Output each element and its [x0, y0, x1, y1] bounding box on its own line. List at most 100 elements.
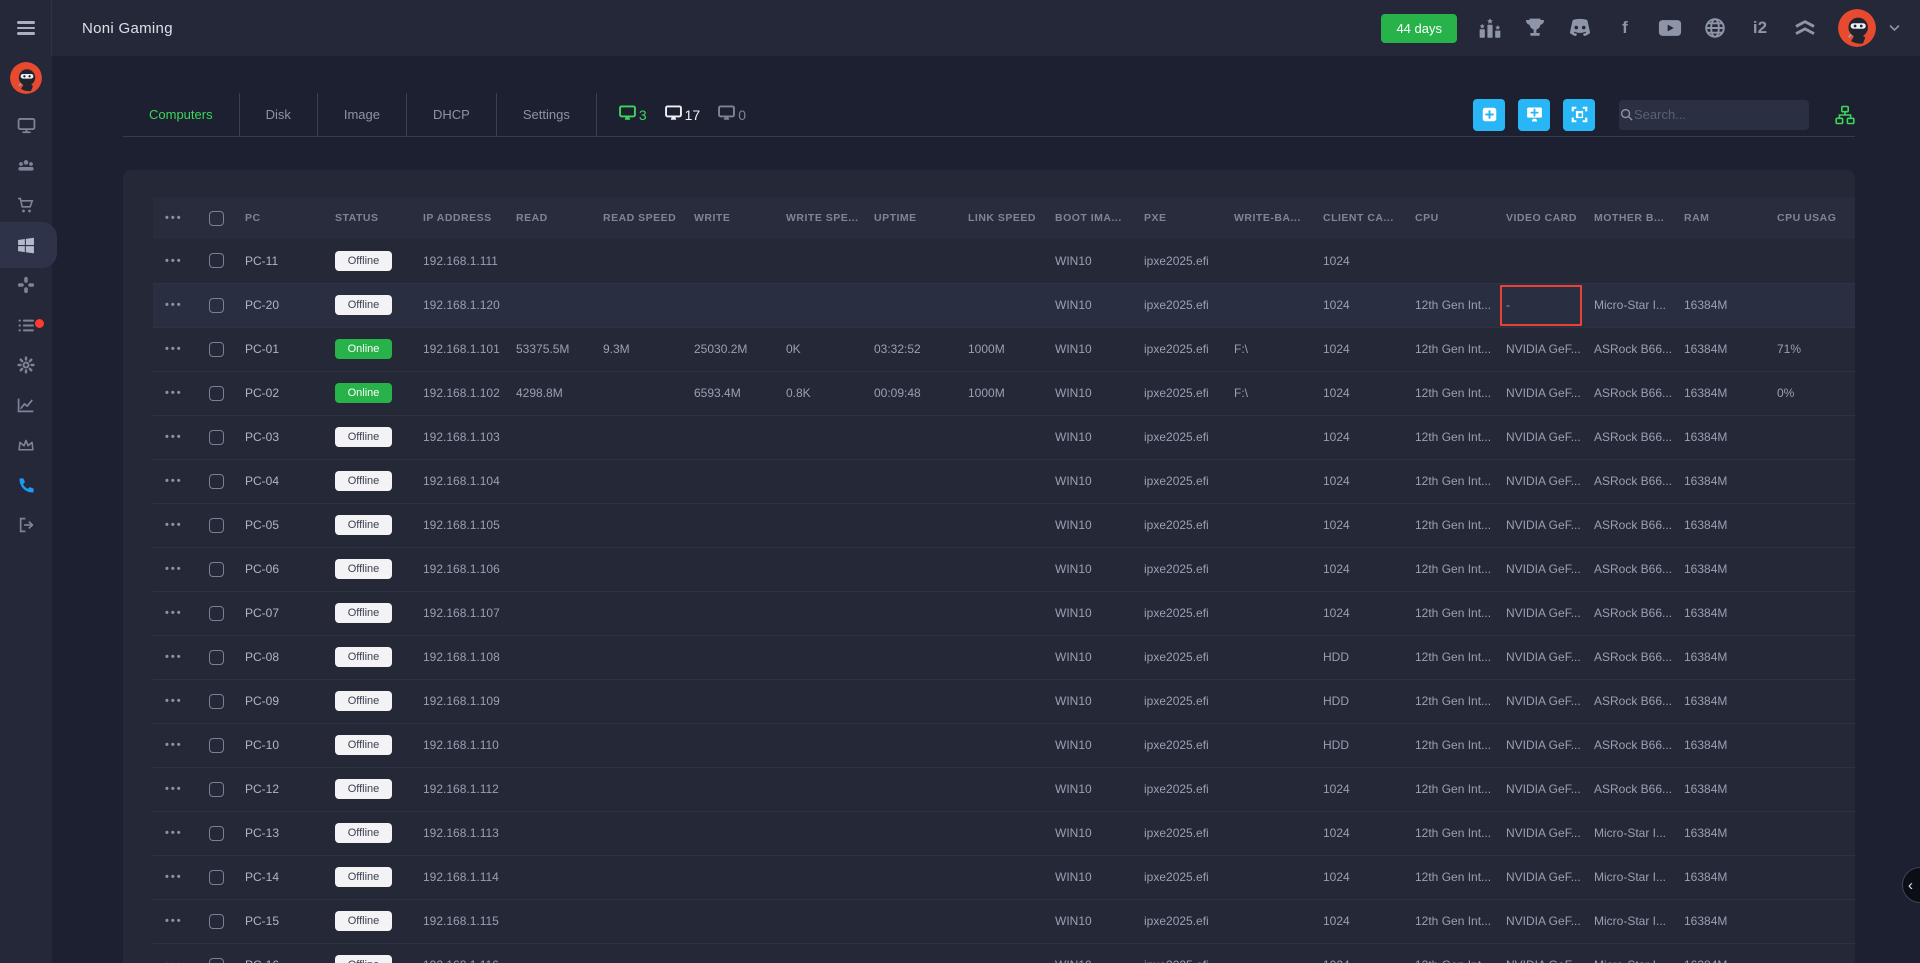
row-actions-menu[interactable]: ••• — [153, 695, 209, 707]
row-checkbox[interactable] — [209, 474, 224, 489]
sidebar-item-users[interactable] — [0, 145, 52, 185]
computer-row-PC-04[interactable]: •••PC-04Offline192.168.1.104WIN10ipxe202… — [153, 459, 1855, 503]
chevron-down-icon[interactable] — [1889, 19, 1900, 37]
row-actions-menu[interactable]: ••• — [153, 563, 209, 575]
tab-computers[interactable]: Computers — [123, 93, 239, 137]
leaderboard-icon[interactable] — [1478, 16, 1502, 40]
sidebar-item-logout[interactable] — [0, 505, 52, 545]
row-actions-menu[interactable]: ••• — [153, 651, 209, 663]
row-actions-menu[interactable]: ••• — [153, 607, 209, 619]
sidebar-item-support[interactable] — [0, 465, 52, 505]
row-checkbox[interactable] — [209, 958, 224, 963]
computer-row-PC-14[interactable]: •••PC-14Offline192.168.1.114WIN10ipxe202… — [153, 855, 1855, 899]
column-header-ip[interactable]: IP ADDRESS — [423, 197, 516, 239]
row-actions-menu[interactable]: ••• — [153, 343, 209, 355]
row-actions-menu[interactable]: ••• — [153, 739, 209, 751]
row-checkbox[interactable] — [209, 694, 224, 709]
computer-row-PC-05[interactable]: •••PC-05Offline192.168.1.105WIN10ipxe202… — [153, 503, 1855, 547]
sidebar-item-shop[interactable] — [0, 185, 52, 225]
youtube-icon[interactable] — [1658, 16, 1682, 40]
row-checkbox[interactable] — [209, 342, 224, 357]
column-header-client_cache[interactable]: CLIENT CA... — [1323, 197, 1415, 239]
app-logo-ninja[interactable] — [10, 62, 42, 94]
column-header-uptime[interactable]: UPTIME — [874, 197, 968, 239]
row-actions-menu[interactable]: ••• — [153, 871, 209, 883]
column-header-read_speed[interactable]: READ SPEED — [603, 197, 694, 239]
column-header-write_back[interactable]: WRITE-BA... — [1234, 197, 1323, 239]
hamburger-menu-icon[interactable] — [17, 18, 35, 38]
column-header-cpu_usage[interactable]: CPU USAG — [1777, 197, 1855, 239]
column-header-link_speed[interactable]: LINK SPEED — [968, 197, 1055, 239]
row-checkbox[interactable] — [209, 914, 224, 929]
row-actions-menu[interactable]: ••• — [153, 915, 209, 927]
column-header-select[interactable] — [209, 197, 245, 239]
row-checkbox[interactable] — [209, 562, 224, 577]
row-checkbox[interactable] — [209, 826, 224, 841]
column-header-ram[interactable]: RAM — [1684, 197, 1777, 239]
discord-icon[interactable] — [1568, 16, 1592, 40]
select-all-checkbox[interactable] — [209, 211, 224, 226]
tab-dhcp[interactable]: DHCP — [406, 93, 496, 137]
row-checkbox[interactable] — [209, 253, 224, 268]
column-header-read[interactable]: READ — [516, 197, 603, 239]
sidebar-item-logs[interactable] — [0, 305, 52, 345]
sidebar-item-settings[interactable] — [0, 345, 52, 385]
row-actions-menu[interactable]: ••• — [153, 827, 209, 839]
tab-image[interactable]: Image — [317, 93, 406, 137]
tab-settings[interactable]: Settings — [496, 93, 596, 137]
row-actions-menu[interactable]: ••• — [153, 519, 209, 531]
row-checkbox[interactable] — [209, 386, 224, 401]
column-header-actions[interactable]: ••• — [153, 197, 209, 239]
row-checkbox[interactable] — [209, 738, 224, 753]
computer-counter-0[interactable]: 3 — [619, 105, 647, 124]
computer-counter-1[interactable]: 17 — [665, 105, 701, 124]
row-actions-menu[interactable]: ••• — [153, 431, 209, 443]
add-computer-button[interactable] — [1518, 99, 1550, 131]
row-checkbox[interactable] — [209, 298, 224, 313]
computer-row-PC-01[interactable]: •••PC-01Online192.168.1.10153375.5M9.3M2… — [153, 327, 1855, 371]
computer-row-PC-13[interactable]: •••PC-13Offline192.168.1.113WIN10ipxe202… — [153, 811, 1855, 855]
row-checkbox[interactable] — [209, 430, 224, 445]
computer-row-PC-02[interactable]: •••PC-02Online192.168.1.1024298.8M6593.4… — [153, 371, 1855, 415]
row-checkbox[interactable] — [209, 650, 224, 665]
computer-row-PC-16[interactable]: •••PC-16Offline192.168.1.116WIN10ipxe202… — [153, 943, 1855, 963]
search-input[interactable] — [1634, 107, 1810, 122]
column-header-boot_image[interactable]: BOOT IMA... — [1055, 197, 1144, 239]
row-checkbox[interactable] — [209, 606, 224, 621]
row-actions-menu[interactable]: ••• — [153, 255, 209, 267]
computer-row-PC-11[interactable]: •••PC-11Offline192.168.1.111WIN10ipxe202… — [153, 239, 1855, 283]
computer-counter-2[interactable]: 0 — [718, 105, 746, 124]
column-header-write[interactable]: WRITE — [694, 197, 786, 239]
computer-row-PC-08[interactable]: •••PC-08Offline192.168.1.108WIN10ipxe202… — [153, 635, 1855, 679]
gg-logo-icon[interactable] — [1793, 16, 1817, 40]
tab-disk[interactable]: Disk — [239, 93, 317, 137]
add-button[interactable] — [1473, 99, 1505, 131]
website-globe-icon[interactable] — [1703, 16, 1727, 40]
i2-logo-icon[interactable]: i2 — [1748, 16, 1772, 40]
computer-row-PC-10[interactable]: •••PC-10Offline192.168.1.110WIN10ipxe202… — [153, 723, 1855, 767]
computer-row-PC-07[interactable]: •••PC-07Offline192.168.1.107WIN10ipxe202… — [153, 591, 1855, 635]
computer-row-PC-03[interactable]: •••PC-03Offline192.168.1.103WIN10ipxe202… — [153, 415, 1855, 459]
sidebar-item-games[interactable] — [0, 265, 52, 305]
row-actions-menu[interactable]: ••• — [153, 387, 209, 399]
computer-row-PC-09[interactable]: •••PC-09Offline192.168.1.109WIN10ipxe202… — [153, 679, 1855, 723]
sidebar-item-computers[interactable] — [0, 105, 52, 145]
row-checkbox[interactable] — [209, 782, 224, 797]
sidebar-item-windows[interactable] — [0, 225, 52, 265]
row-actions-menu[interactable]: ••• — [153, 959, 209, 963]
header-actions-menu[interactable]: ••• — [153, 212, 209, 224]
computer-row-PC-20[interactable]: •••PC-20Offline192.168.1.120WIN10ipxe202… — [153, 283, 1855, 327]
column-header-video_card[interactable]: VIDEO CARD — [1506, 197, 1594, 239]
license-days-badge[interactable]: 44 days — [1381, 14, 1457, 43]
column-header-pxe[interactable]: PXE — [1144, 197, 1234, 239]
computer-row-PC-12[interactable]: •••PC-12Offline192.168.1.112WIN10ipxe202… — [153, 767, 1855, 811]
column-header-pc[interactable]: PC — [245, 197, 335, 239]
column-header-status[interactable]: STATUS — [335, 197, 423, 239]
row-checkbox[interactable] — [209, 518, 224, 533]
column-header-cpu[interactable]: CPU — [1415, 197, 1506, 239]
row-actions-menu[interactable]: ••• — [153, 783, 209, 795]
facebook-icon[interactable]: f — [1613, 16, 1637, 40]
computer-row-PC-15[interactable]: •••PC-15Offline192.168.1.115WIN10ipxe202… — [153, 899, 1855, 943]
network-sitemap-icon[interactable] — [1835, 105, 1855, 125]
user-avatar[interactable] — [1838, 9, 1876, 47]
